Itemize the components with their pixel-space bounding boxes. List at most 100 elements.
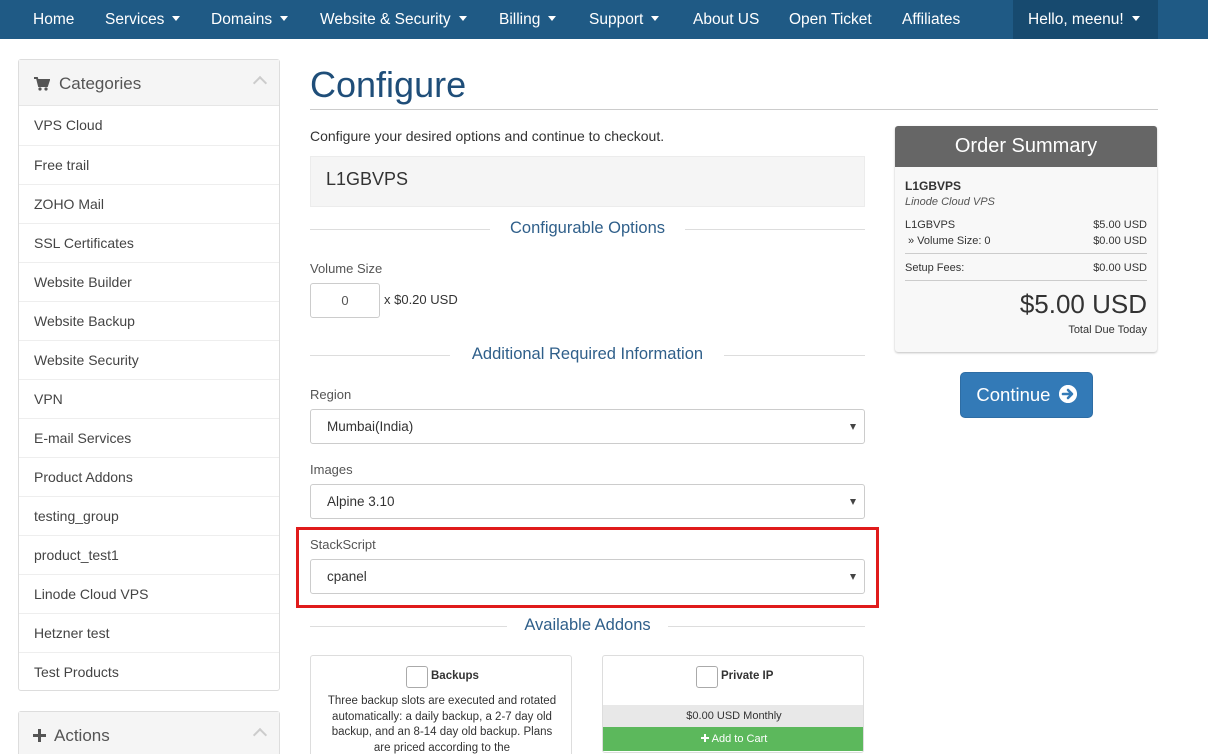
category-item[interactable]: Website Builder xyxy=(19,262,279,301)
category-item[interactable]: Free trail xyxy=(19,145,279,184)
chevron-down-icon xyxy=(651,16,660,22)
nav-user-label: Hello, meenu! xyxy=(1028,11,1124,28)
images-select[interactable]: Alpine 3.10 xyxy=(310,484,865,519)
nav-user-menu[interactable]: Hello, meenu! xyxy=(1013,0,1158,39)
nav-support[interactable]: Support xyxy=(589,0,660,39)
arrow-right-circle-icon xyxy=(1058,385,1077,404)
category-item[interactable]: SSL Certificates xyxy=(19,223,279,262)
summary-line-value: $5.00 USD xyxy=(1093,219,1147,231)
summary-line-label: L1GBVPS xyxy=(905,219,956,231)
summary-line-volume: » Volume Size: 0 $0.00 USD xyxy=(905,235,1147,247)
intro-text: Configure your desired options and conti… xyxy=(310,128,665,144)
addon-backups[interactable]: Backups Three backup slots are executed … xyxy=(310,655,572,754)
summary-line-label: » Volume Size: 0 xyxy=(908,235,991,247)
chevron-up-icon[interactable] xyxy=(252,727,268,743)
summary-divider xyxy=(905,253,1147,254)
dropdown-arrow-icon xyxy=(850,574,856,580)
continue-label: Continue xyxy=(976,384,1051,405)
nav-billing[interactable]: Billing xyxy=(499,0,557,39)
category-item[interactable]: testing_group xyxy=(19,496,279,535)
summary-line-product: L1GBVPS $5.00 USD xyxy=(905,219,1147,231)
nav-affiliates[interactable]: Affiliates xyxy=(902,0,960,39)
stackscript-label: StackScript xyxy=(310,537,376,552)
section-title: Available Addons xyxy=(524,616,651,634)
order-summary: Order Summary L1GBVPS Linode Cloud VPS L… xyxy=(895,126,1157,352)
images-label: Images xyxy=(310,462,353,477)
shopping-cart-icon xyxy=(34,77,50,91)
plus-icon xyxy=(700,734,709,743)
summary-product-group: Linode Cloud VPS xyxy=(905,196,995,208)
region-value: Mumbai(India) xyxy=(327,419,414,434)
nav-about[interactable]: About US xyxy=(693,0,759,39)
summary-divider xyxy=(905,280,1147,281)
category-item[interactable]: Website Security xyxy=(19,340,279,379)
nav-website-security[interactable]: Website & Security xyxy=(320,0,467,39)
nav-services-label: Services xyxy=(105,11,165,28)
category-item[interactable]: product_test1 xyxy=(19,535,279,574)
nav-billing-label: Billing xyxy=(499,11,541,28)
category-item[interactable]: VPS Cloud xyxy=(19,106,279,145)
addon-backups-name: Backups xyxy=(431,670,479,682)
volume-size-input[interactable]: 0 xyxy=(310,283,380,318)
actions-panel-header[interactable]: Actions xyxy=(19,712,279,754)
categories-panel: Categories VPS Cloud Free trail ZOHO Mai… xyxy=(18,59,280,691)
addon-private-ip-price: $0.00 USD Monthly xyxy=(603,705,863,727)
categories-title: Categories xyxy=(59,74,142,93)
categories-panel-header[interactable]: Categories xyxy=(19,60,279,106)
add-to-cart-button[interactable]: Add to Cart xyxy=(603,727,863,751)
continue-button[interactable]: Continue xyxy=(960,372,1093,418)
addon-private-ip-name: Private IP xyxy=(721,670,774,682)
section-configurable-options: Configurable Options xyxy=(310,219,865,239)
stackscript-select[interactable]: cpanel xyxy=(310,559,865,594)
order-summary-title: Order Summary xyxy=(895,126,1157,167)
nav-home[interactable]: Home xyxy=(33,0,74,39)
category-item[interactable]: ZOHO Mail xyxy=(19,184,279,223)
addon-backups-description: Three backup slots are executed and rota… xyxy=(327,695,557,754)
section-title: Additional Required Information xyxy=(471,345,704,363)
nav-services[interactable]: Services xyxy=(105,0,181,39)
summary-setup-label: Setup Fees: xyxy=(905,262,965,274)
add-to-cart-label: Add to Cart xyxy=(711,733,768,745)
summary-setup-fees: Setup Fees: $0.00 USD xyxy=(905,262,1147,274)
summary-setup-value: $0.00 USD xyxy=(1093,262,1147,274)
chevron-up-icon[interactable] xyxy=(252,75,268,91)
addon-backups-checkbox[interactable] xyxy=(406,666,428,688)
summary-product-name: L1GBVPS xyxy=(905,179,962,193)
category-item[interactable]: Test Products xyxy=(19,652,279,691)
region-select[interactable]: Mumbai(India) xyxy=(310,409,865,444)
category-item[interactable]: E-mail Services xyxy=(19,418,279,457)
nav-domains-label: Domains xyxy=(211,11,273,28)
category-item[interactable]: VPN xyxy=(19,379,279,418)
dropdown-arrow-icon xyxy=(850,499,856,505)
title-divider xyxy=(310,109,1158,110)
nav-domains[interactable]: Domains xyxy=(211,0,289,39)
chevron-down-icon xyxy=(172,16,181,22)
addon-private-ip-checkbox[interactable] xyxy=(696,666,718,688)
category-item[interactable]: Hetzner test xyxy=(19,613,279,652)
summary-line-value: $0.00 USD xyxy=(1093,235,1147,247)
chevron-down-icon xyxy=(458,16,467,22)
category-item[interactable]: Linode Cloud VPS xyxy=(19,574,279,613)
volume-size-label: Volume Size xyxy=(310,261,383,276)
plus-icon xyxy=(33,729,46,742)
category-item[interactable]: Product Addons xyxy=(19,457,279,496)
category-item[interactable]: Website Backup xyxy=(19,301,279,340)
product-name-box: L1GBVPS xyxy=(310,156,865,207)
stackscript-value: cpanel xyxy=(327,569,367,584)
nav-support-label: Support xyxy=(589,11,644,28)
region-label: Region xyxy=(310,387,352,402)
images-value: Alpine 3.10 xyxy=(327,494,395,509)
section-available-addons: Available Addons xyxy=(310,616,865,636)
volume-unit-price: x $0.20 USD xyxy=(384,292,458,307)
page-title: Configure xyxy=(310,64,467,105)
nav-open-ticket[interactable]: Open Ticket xyxy=(789,0,872,39)
addon-private-ip[interactable]: Private IP $0.00 USD Monthly Add to Cart xyxy=(602,655,864,753)
product-name: L1GBVPS xyxy=(326,169,409,189)
chevron-down-icon xyxy=(1131,16,1140,22)
nav-website-security-label: Website & Security xyxy=(320,11,451,28)
section-title: Configurable Options xyxy=(509,219,665,237)
chevron-down-icon xyxy=(280,16,289,22)
summary-total-label: Total Due Today xyxy=(1068,324,1147,336)
actions-panel: Actions xyxy=(18,711,280,754)
top-navbar: Home Services Domains Website & Security… xyxy=(0,0,1208,39)
